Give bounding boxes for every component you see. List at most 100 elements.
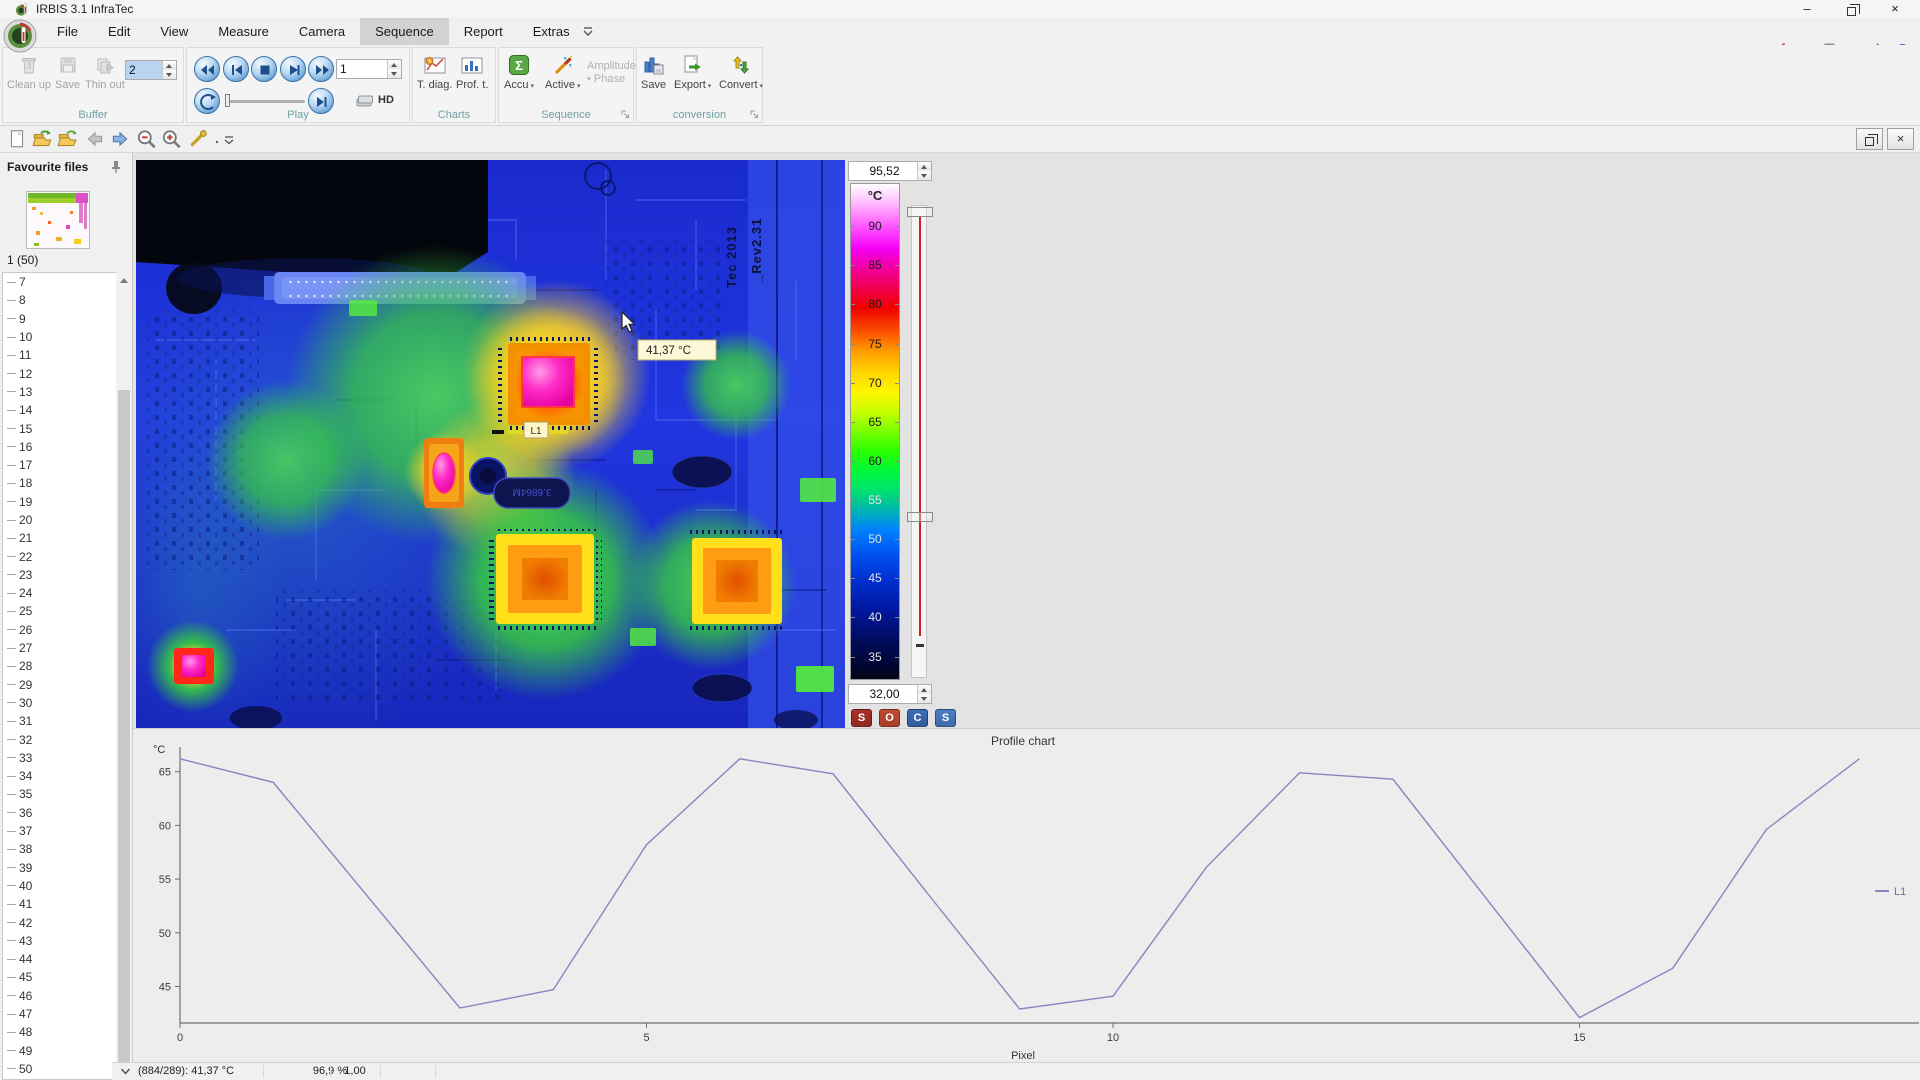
palette-button-o-1[interactable]: O — [879, 709, 900, 727]
favourite-file-item[interactable]: 48 — [3, 1023, 116, 1041]
conversion-save-button[interactable]: Save — [641, 54, 666, 91]
pin-icon[interactable] — [109, 160, 123, 174]
favourite-file-item[interactable]: 38 — [3, 840, 116, 858]
stop-button[interactable] — [251, 56, 277, 82]
forward-arrow-icon[interactable] — [109, 129, 131, 149]
favourite-file-item[interactable]: 15 — [3, 419, 116, 437]
active-button[interactable]: Active▾ — [545, 54, 580, 91]
favourites-scrollbar[interactable] — [116, 272, 132, 1080]
palette-button-s-0[interactable]: S — [851, 709, 872, 727]
accu-button[interactable]: Σ Accu▾ — [504, 54, 534, 91]
scale-max-arrows[interactable] — [917, 162, 931, 180]
phase-option[interactable]: • Phase — [587, 73, 636, 86]
frame-number-spinbox[interactable]: 1 — [336, 59, 402, 79]
new-file-icon[interactable] — [6, 129, 28, 149]
palette-button-c-2[interactable]: C — [907, 709, 928, 727]
menu-item-measure[interactable]: Measure — [203, 18, 284, 45]
favourite-file-item[interactable]: 8 — [3, 291, 116, 309]
play-position-handle[interactable] — [225, 94, 230, 107]
fast-forward-button[interactable] — [308, 56, 334, 82]
scale-min-arrows[interactable] — [917, 685, 931, 703]
menu-item-report[interactable]: Report — [449, 18, 518, 45]
close-panel-button[interactable]: × — [1887, 128, 1914, 150]
scale-upper-handle[interactable] — [907, 207, 933, 217]
favourite-file-item[interactable]: 34 — [3, 767, 116, 785]
menu-item-extras[interactable]: Extras — [518, 18, 585, 45]
favourite-file-item[interactable]: 17 — [3, 456, 116, 474]
play-button[interactable] — [280, 56, 306, 82]
favourite-file-item[interactable]: 9 — [3, 310, 116, 328]
favourite-file-item[interactable]: 45 — [3, 968, 116, 986]
favourite-file-item[interactable]: 28 — [3, 657, 116, 675]
favourite-file-item[interactable]: 12 — [3, 364, 116, 382]
application-menu-button[interactable] — [3, 19, 37, 53]
favourite-file-item[interactable]: 44 — [3, 950, 116, 968]
favourite-file-item[interactable]: 37 — [3, 822, 116, 840]
ribbon-collapse-icon[interactable] — [582, 26, 594, 38]
scrollbar-thumb[interactable] — [118, 390, 130, 1076]
favourite-file-item[interactable]: 23 — [3, 566, 116, 584]
favourite-file-item[interactable]: 11 — [3, 346, 116, 364]
rewind-button[interactable] — [194, 56, 220, 82]
favourite-file-item[interactable]: 19 — [3, 493, 116, 511]
favourite-file-item[interactable]: 43 — [3, 932, 116, 950]
favourite-file-item[interactable]: 26 — [3, 621, 116, 639]
previous-frame-button[interactable] — [223, 56, 249, 82]
amplitude-option[interactable]: Amplitude — [587, 60, 636, 73]
favourite-file-item[interactable]: 16 — [3, 438, 116, 456]
scale-max-spinbox[interactable]: 95,52 — [848, 161, 932, 181]
minimize-button[interactable]: – — [1790, 0, 1824, 18]
menu-item-view[interactable]: View — [145, 18, 203, 45]
menu-item-sequence[interactable]: Sequence — [360, 18, 449, 45]
menu-item-file[interactable]: File — [42, 18, 93, 45]
t-diag-button[interactable]: T. diag. — [417, 54, 452, 91]
favourite-file-item[interactable]: 47 — [3, 1005, 116, 1023]
status-expand-icon[interactable] — [120, 1067, 131, 1076]
zoom-out-icon[interactable] — [136, 129, 158, 149]
favourite-file-item[interactable]: 40 — [3, 877, 116, 895]
favourite-file-item[interactable]: 35 — [3, 785, 116, 803]
favourite-file-item[interactable]: 39 — [3, 859, 116, 877]
menu-item-edit[interactable]: Edit — [93, 18, 145, 45]
convert-button[interactable]: Convert▾ — [719, 54, 763, 91]
open-sequence-icon[interactable] — [56, 129, 78, 149]
favourite-file-item[interactable]: 49 — [3, 1041, 116, 1059]
back-arrow-icon[interactable] — [84, 129, 106, 149]
play-position-slider[interactable] — [227, 100, 305, 103]
close-button[interactable]: × — [1878, 0, 1912, 18]
favourite-file-item[interactable]: 21 — [3, 529, 116, 547]
scale-range-slider[interactable] — [911, 205, 927, 678]
favourite-file-item[interactable]: 50 — [3, 1060, 116, 1078]
favourite-file-item[interactable]: 46 — [3, 987, 116, 1005]
thin-out-button[interactable]: Thin out — [85, 54, 125, 91]
export-button[interactable]: Export▾ — [674, 54, 711, 91]
prof-t-button[interactable]: Prof. t. — [456, 54, 488, 91]
toolbar-options-icon[interactable] — [222, 129, 236, 149]
favourite-file-item[interactable]: 42 — [3, 913, 116, 931]
maximize-button[interactable] — [1834, 0, 1868, 18]
scroll-up-arrow[interactable] — [120, 278, 128, 283]
menu-item-camera[interactable]: Camera — [284, 18, 360, 45]
favourite-file-item[interactable]: 33 — [3, 749, 116, 767]
thermal-image-view[interactable]: L1 3.6864M — [136, 160, 845, 728]
palette-button-s-3[interactable]: S — [935, 709, 956, 727]
zoom-in-icon[interactable] — [161, 129, 183, 149]
favourite-thumbnail[interactable] — [26, 191, 90, 249]
favourite-file-item[interactable]: 41 — [3, 895, 116, 913]
favourite-file-item[interactable]: 30 — [3, 694, 116, 712]
frame-number-arrows[interactable] — [387, 60, 401, 78]
buffer-save-button[interactable]: Save — [55, 54, 80, 91]
buffer-count-arrows[interactable] — [162, 61, 176, 79]
toolbar-more-dot-icon[interactable] — [212, 129, 222, 149]
favourite-file-item[interactable]: 24 — [3, 584, 116, 602]
color-scale-bar[interactable]: °C 908580757065605550454035 — [850, 183, 900, 680]
hd-toggle[interactable]: HD — [355, 92, 394, 108]
favourite-file-item[interactable]: 14 — [3, 401, 116, 419]
favourite-file-item[interactable]: 18 — [3, 474, 116, 492]
favourite-file-item[interactable]: 29 — [3, 676, 116, 694]
favourite-file-item[interactable]: 13 — [3, 383, 116, 401]
favourite-file-item[interactable]: 7 — [3, 273, 116, 291]
line-tool-icon[interactable] — [188, 129, 210, 149]
favourite-file-item[interactable]: 36 — [3, 804, 116, 822]
float-panel-button[interactable] — [1856, 128, 1883, 150]
